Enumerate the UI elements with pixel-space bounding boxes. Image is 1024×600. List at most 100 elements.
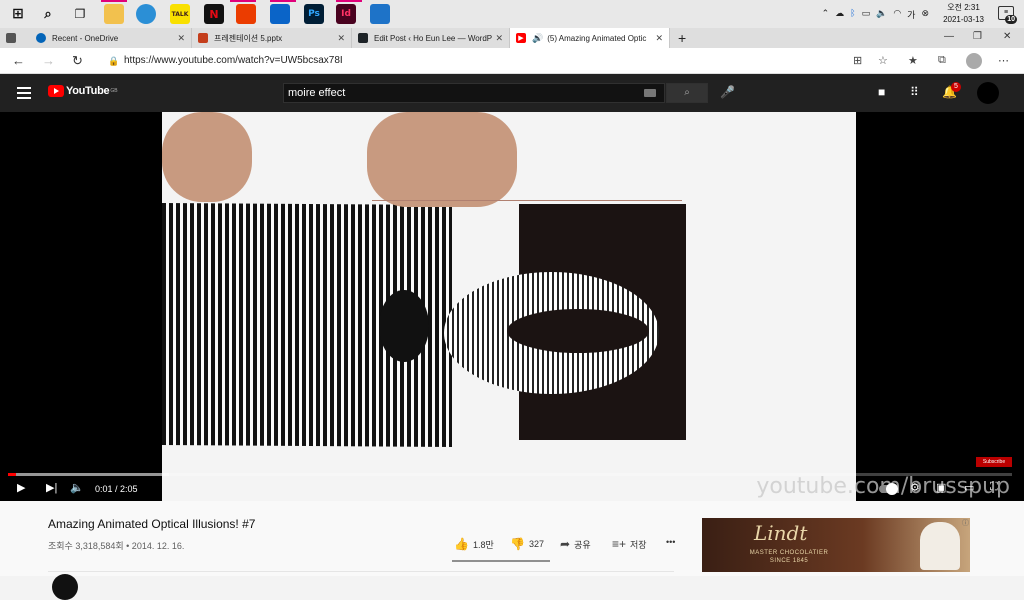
menu-icon[interactable] <box>17 87 31 99</box>
like-count: 1.8만 <box>472 539 494 550</box>
kakaotalk-icon[interactable]: TALK <box>170 4 190 24</box>
notification-center-icon[interactable]: ≡ 10 <box>998 6 1017 24</box>
tab-powerpoint[interactable]: 프레젠테이션 5.pptx ✕ <box>192 28 352 48</box>
more-actions-button[interactable]: ••• <box>666 537 675 547</box>
keyboard-icon[interactable] <box>644 89 656 97</box>
office-icon[interactable] <box>236 4 256 24</box>
youtube-logo[interactable]: YouTube GB <box>48 85 118 97</box>
lock-icon[interactable]: 🔒 <box>108 53 119 69</box>
back-icon[interactable]: ← <box>12 53 25 68</box>
outlook-icon[interactable] <box>270 4 290 24</box>
search-icon: ⌕ <box>684 87 690 98</box>
collections-icon[interactable]: ⧉ <box>938 54 946 67</box>
close-window-icon[interactable]: ✕ <box>1003 31 1011 42</box>
youtube-page: YouTube GB moire effect ⌕ 🎤 ■ ⠿ 🔔 5 yout… <box>0 74 1024 600</box>
task-view-icon[interactable]: ❐ <box>70 4 90 24</box>
profile-icon[interactable] <box>966 53 982 69</box>
notification-badge: 5 <box>951 82 961 92</box>
tab-onedrive[interactable]: Recent - OneDrive ✕ <box>30 28 192 48</box>
windows-start-icon[interactable]: ⊞ <box>8 4 28 24</box>
system-clock[interactable]: 오전 2:31 2021-03-13 <box>943 2 984 26</box>
dislike-count: 327 <box>528 539 544 549</box>
close-tab-icon[interactable]: ✕ <box>655 33 663 44</box>
volume-icon[interactable]: 🔈 <box>70 481 84 494</box>
ad-brand: Lindt <box>754 521 808 545</box>
dislike-button[interactable]: 👎 327 <box>510 537 544 551</box>
close-tab-icon[interactable]: ✕ <box>337 33 345 44</box>
buffered-bar <box>8 473 169 476</box>
more-icon[interactable]: ⋯ <box>998 54 1009 67</box>
netflix-icon[interactable]: N <box>204 4 224 24</box>
minimize-icon[interactable]: — <box>944 31 954 42</box>
favorite-add-icon[interactable]: ☆ <box>878 54 888 67</box>
tab-actions-button[interactable] <box>0 28 30 48</box>
wifi-icon[interactable]: ◠ <box>893 9 901 19</box>
youtube-header: YouTube GB moire effect ⌕ 🎤 ■ ⠿ 🔔 5 <box>0 74 1024 112</box>
video-player[interactable]: youtube.com/brusspup Subscribe ▶ ▶| 🔈 0:… <box>0 112 1024 501</box>
youtube-icon: ▶ <box>516 33 526 43</box>
photoshop-icon[interactable]: Ps <box>304 4 324 24</box>
indesign-icon[interactable]: Id <box>336 4 356 24</box>
ad-info-icon[interactable]: ⓘ <box>962 518 969 528</box>
battery-icon[interactable]: ▭ <box>862 9 871 19</box>
powerpoint-icon <box>198 33 208 43</box>
progress-bar[interactable] <box>8 473 1012 476</box>
search-input[interactable]: moire effect <box>283 83 665 103</box>
cloud-icon[interactable]: ☁ <box>835 9 844 19</box>
file-explorer-icon[interactable] <box>104 4 124 24</box>
onedrive-icon <box>36 33 46 43</box>
channel-avatar[interactable] <box>52 574 78 600</box>
taskbar: ⊞ ⌕ ❐ TALK N Ps Id ⌃ ☁ ᛒ ▭ 🔈 ◠ 가 ⊗ 오전 2:… <box>0 0 1024 28</box>
next-icon[interactable]: ▶| <box>46 481 57 494</box>
close-circle-icon[interactable]: ⊗ <box>921 9 929 19</box>
video-title: Amazing Animated Optical Illusions! #7 <box>48 517 256 531</box>
tab-youtube[interactable]: ▶ 🔊 (5) Amazing Animated Optic ✕ <box>510 28 670 48</box>
tab-wordpress[interactable]: Edit Post ‹ Ho Eun Lee — WordP ✕ <box>352 28 510 48</box>
autoplay-toggle[interactable] <box>879 483 898 495</box>
refresh-icon[interactable]: ↻ <box>72 53 83 69</box>
left-hand <box>162 112 252 202</box>
share-icon: ➦ <box>560 537 571 551</box>
microphone-icon[interactable]: 🎤 <box>720 85 735 99</box>
logo-text: YouTube <box>66 85 110 97</box>
play-icon[interactable]: ▶ <box>17 481 25 494</box>
search-icon[interactable]: ⌕ <box>38 4 58 24</box>
system-tray: ⌃ ☁ ᛒ ▭ 🔈 ◠ 가 ⊗ <box>819 0 932 28</box>
like-button[interactable]: 👍 1.8만 <box>454 537 494 551</box>
close-tab-icon[interactable]: ✕ <box>177 33 185 44</box>
search-button[interactable]: ⌕ <box>666 83 708 103</box>
new-tab-button[interactable]: + <box>672 28 692 48</box>
theater-mode-icon[interactable]: ▭ <box>964 481 974 494</box>
tab-title: Edit Post ‹ Ho Eun Lee — WordP <box>374 33 493 43</box>
apps-icon[interactable]: ⊞ <box>853 54 862 67</box>
share-button[interactable]: ➦ 공유 <box>560 537 591 551</box>
speaker-icon[interactable]: 🔊 <box>532 33 543 44</box>
apps-grid-icon[interactable]: ⠿ <box>910 85 919 99</box>
favorites-icon[interactable]: ★ <box>908 54 918 67</box>
ime-icon[interactable]: 가 <box>907 8 915 21</box>
url-input[interactable]: 🔒 https://www.youtube.com/watch?v=UW5bcs… <box>104 53 844 69</box>
ad-banner[interactable]: Lindt MASTER CHOCOLATIER SINCE 1845 <box>702 518 970 572</box>
maximize-icon[interactable]: ❐ <box>973 31 982 42</box>
ad-tagline: MASTER CHOCOLATIER SINCE 1845 <box>744 549 834 565</box>
create-video-icon[interactable]: ■ <box>878 85 885 99</box>
account-avatar[interactable] <box>977 82 999 104</box>
ad-tagline-line2: SINCE 1845 <box>769 558 809 564</box>
save-button[interactable]: ≡+ 저장 <box>612 537 647 551</box>
volume-icon[interactable]: 🔈 <box>876 9 887 19</box>
close-tab-icon[interactable]: ✕ <box>495 33 503 44</box>
chevron-up-icon[interactable]: ⌃ <box>822 9 830 19</box>
media-player-icon[interactable] <box>370 4 390 24</box>
miniplayer-icon[interactable]: ▣ <box>936 481 946 494</box>
settings-icon[interactable]: ⚙ <box>910 481 920 494</box>
browser-tab-bar: Recent - OneDrive ✕ 프레젠테이션 5.pptx ✕ Edit… <box>0 28 1024 48</box>
bluetooth-icon[interactable]: ᛒ <box>850 9 855 19</box>
edge-icon[interactable] <box>136 4 156 24</box>
region-code: GB <box>110 88 118 94</box>
fullscreen-icon[interactable]: ⛶ <box>990 481 998 494</box>
save-label: 저장 <box>630 539 647 550</box>
video-frame <box>162 112 856 501</box>
tab-title: Recent - OneDrive <box>52 33 119 43</box>
subscribe-badge[interactable]: Subscribe <box>976 457 1012 467</box>
forward-icon[interactable]: → <box>42 53 55 68</box>
